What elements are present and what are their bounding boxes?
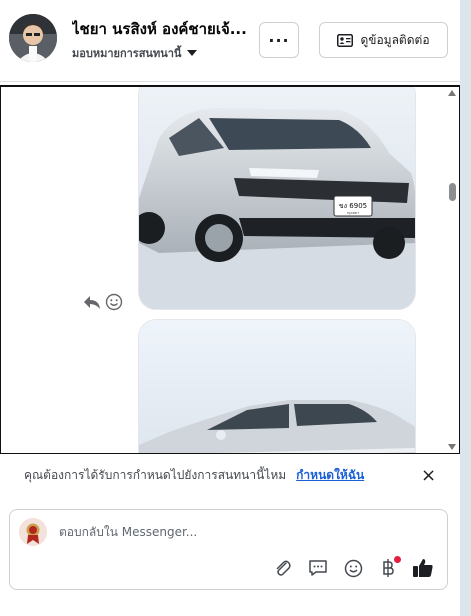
- conversation-header: ไชยา นรสิงห์ องค์ชายเจ้... มอบหมายการสนท…: [0, 0, 460, 82]
- assign-label: มอบหมายการสนทนานี้: [72, 47, 182, 60]
- contact-name[interactable]: ไชยา นรสิงห์ องค์ชายเจ้...: [72, 17, 258, 41]
- reply-input[interactable]: [59, 521, 429, 543]
- view-contact-button[interactable]: ดูข้อมูลติดต่อ: [319, 22, 448, 58]
- scroll-up-icon[interactable]: [448, 90, 456, 96]
- assign-to-me-link[interactable]: กำหนดให้ฉัน: [296, 466, 364, 485]
- conversation-panel: ไชยา นรสิงห์ องค์ชายเจ้... มอบหมายการสนท…: [0, 0, 460, 616]
- emoji-picker-icon[interactable]: [342, 557, 364, 579]
- car-photo-front[interactable]: ขง 6905 กรุงเทพ ฯ: [138, 87, 416, 310]
- car-image-side: [139, 320, 415, 453]
- page-avatar: [19, 518, 47, 546]
- more-icon: ···: [268, 30, 290, 50]
- car-photo-side[interactable]: [138, 319, 416, 453]
- page: ไชยา นรสิงห์ องค์ชายเจ้... มอบหมายการสนท…: [0, 0, 471, 616]
- reply-composer: [9, 509, 448, 590]
- view-contact-label: ดูข้อมูลติดต่อ: [360, 32, 430, 47]
- close-icon[interactable]: ×: [421, 465, 436, 486]
- emoji-icon[interactable]: [105, 293, 123, 311]
- assign-suggestion-bar: คุณต้องการได้รับการกำหนดไปยังการสนทนานี้…: [0, 456, 460, 494]
- more-options-button[interactable]: ···: [259, 22, 299, 58]
- message-scrollbar[interactable]: [445, 87, 459, 453]
- message-actions: [83, 293, 123, 311]
- reply-icon[interactable]: [83, 294, 101, 310]
- scroll-thumb[interactable]: [449, 183, 456, 201]
- plate-text: ขง 6905: [339, 202, 367, 210]
- contact-avatar[interactable]: [9, 14, 57, 62]
- contact-card-icon: [337, 33, 354, 47]
- message-list[interactable]: ขง 6905 กรุงเทพ ฯ: [0, 85, 460, 454]
- baht-icon[interactable]: [377, 556, 401, 579]
- composer-tools: [272, 556, 434, 579]
- avatar-image: [9, 14, 57, 62]
- notification-dot: [394, 556, 401, 563]
- like-icon[interactable]: [412, 557, 434, 579]
- window-edge: [460, 0, 471, 616]
- scroll-down-icon[interactable]: [448, 444, 456, 450]
- page-avatar-image: [19, 518, 47, 546]
- assign-suggestion-text: คุณต้องการได้รับการกำหนดไปยังการสนทนานี้…: [24, 467, 287, 482]
- attach-icon[interactable]: [272, 557, 294, 579]
- saved-reply-icon[interactable]: [307, 557, 329, 579]
- chevron-down-icon: [187, 50, 198, 56]
- assign-dropdown[interactable]: มอบหมายการสนทนานี้: [72, 44, 198, 62]
- car-image-front: ขง 6905 กรุงเทพ ฯ: [139, 87, 415, 309]
